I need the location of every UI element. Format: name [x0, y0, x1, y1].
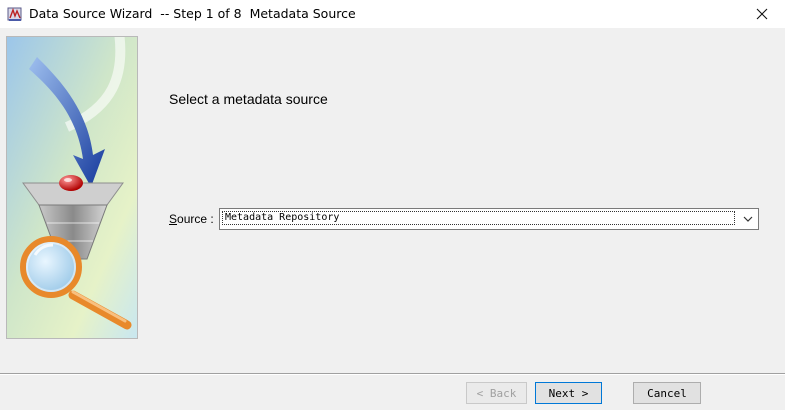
back-button[interactable]: < Back: [466, 382, 527, 404]
page-heading: Select a metadata source: [169, 91, 328, 107]
source-label-text: ource :: [177, 212, 214, 226]
metadata-source-value: Metadata Repository: [222, 211, 735, 225]
window-title: Data Source Wizard -- Step 1 of 8 Metada…: [29, 6, 356, 21]
back-button-label: < Back: [476, 386, 517, 400]
metadata-source-select[interactable]: Metadata Repository: [219, 208, 759, 230]
next-button-label: Next >: [548, 386, 589, 400]
source-label: Source :: [169, 212, 214, 226]
wizard-illustration: [6, 36, 138, 339]
next-button[interactable]: Next >: [535, 382, 602, 404]
chevron-down-icon: [743, 216, 752, 222]
cancel-button-label: Cancel: [647, 386, 687, 400]
dropdown-button[interactable]: [738, 210, 757, 228]
title-bar[interactable]: Data Source Wizard -- Step 1 of 8 Metada…: [0, 0, 785, 28]
wizard-app-icon[interactable]: [7, 6, 23, 22]
footer-separator: [0, 373, 785, 375]
close-button[interactable]: [739, 0, 785, 28]
cancel-button[interactable]: Cancel: [633, 382, 701, 404]
close-icon: [756, 8, 768, 20]
source-label-accelerator: S: [169, 212, 178, 226]
